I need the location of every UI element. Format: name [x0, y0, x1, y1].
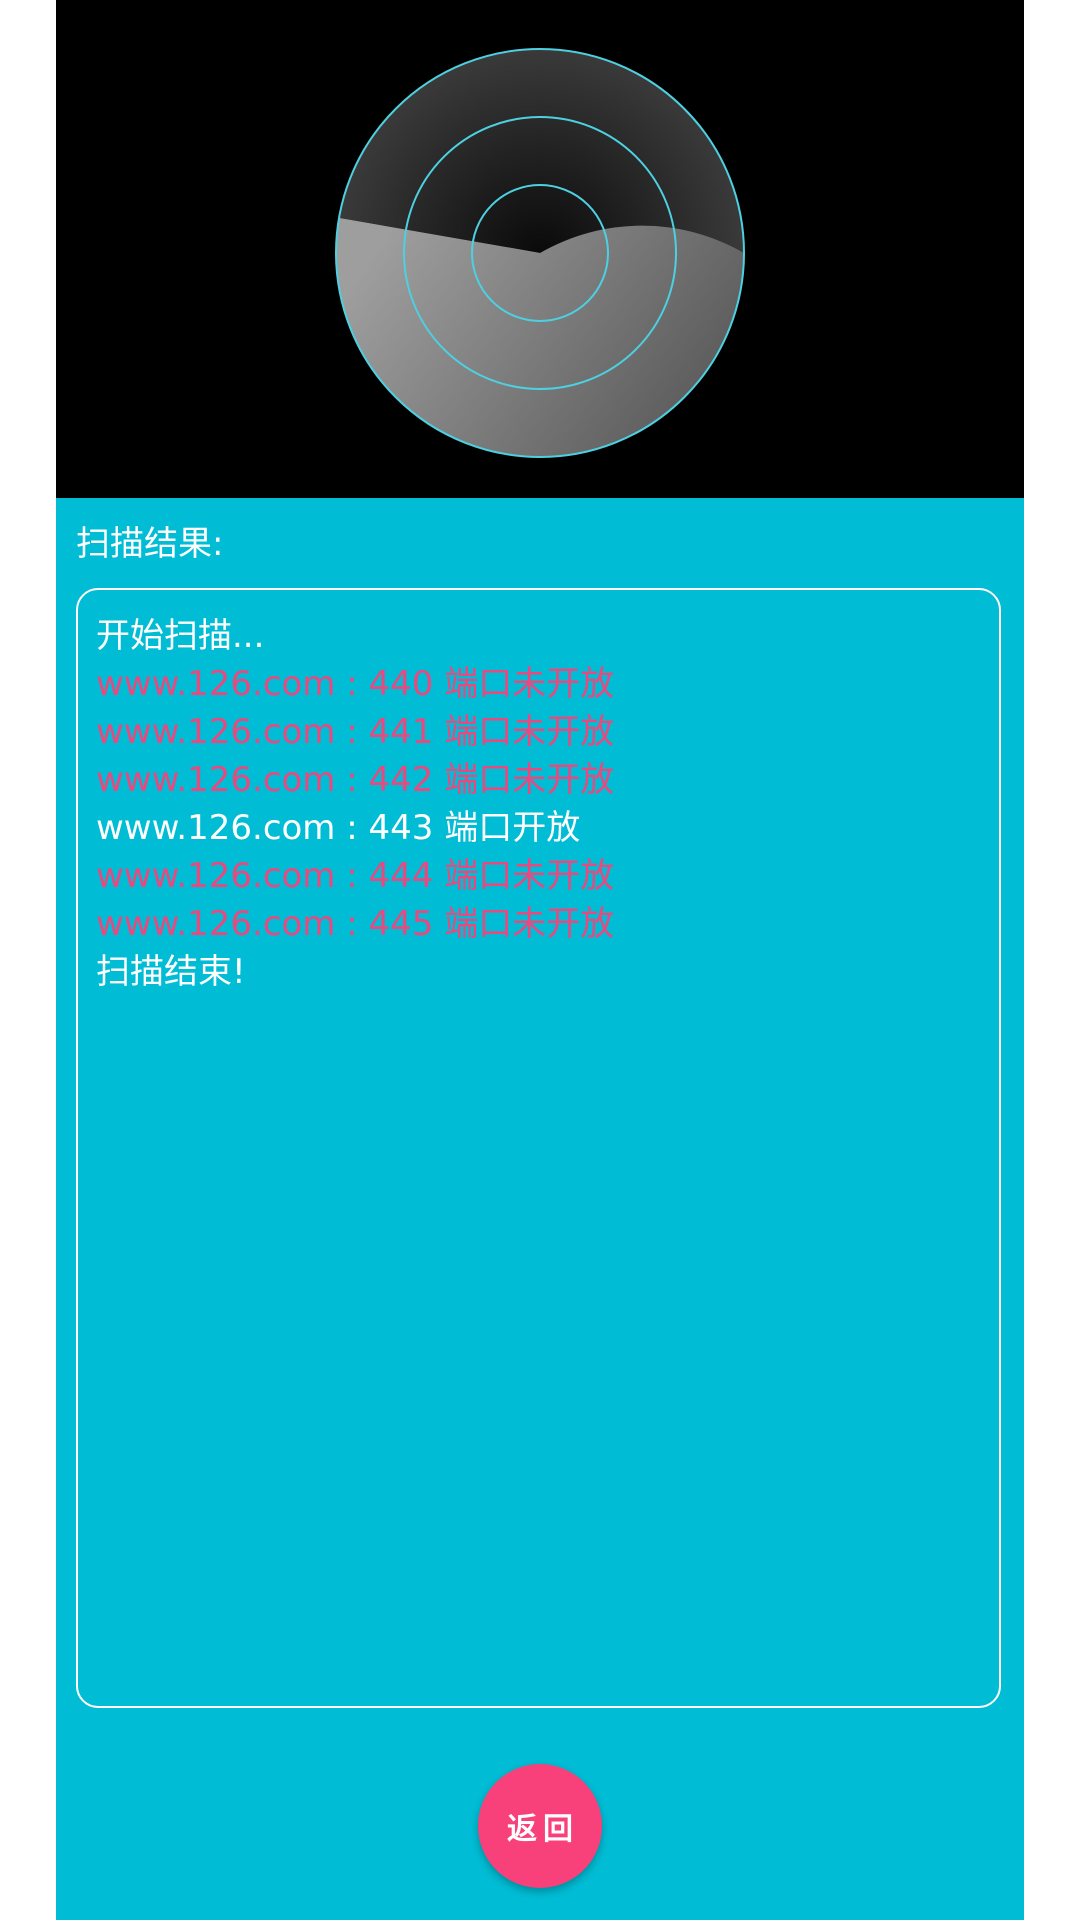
log-line-port-442: www.126.com : 442 端口未开放 — [96, 760, 615, 800]
back-button[interactable]: 返回 — [478, 1764, 602, 1888]
log-line-port-445: www.126.com : 445 端口未开放 — [96, 904, 615, 944]
log-line-port-440: www.126.com : 440 端口未开放 — [96, 664, 615, 704]
scan-result-label: 扫描结果: — [76, 524, 224, 564]
log-line-port-441: www.126.com : 441 端口未开放 — [96, 712, 615, 752]
radar-panel — [56, 0, 1024, 498]
log-line-port-444: www.126.com : 444 端口未开放 — [96, 856, 615, 896]
radar-scanner — [335, 48, 745, 458]
scan-log-box: 开始扫描... www.126.com : 440 端口未开放 www.126.… — [76, 588, 1001, 1708]
log-line-port-443: www.126.com : 443 端口开放 — [96, 808, 581, 848]
scan-screen: 扫描结果: 开始扫描... www.126.com : 440 端口未开放 ww… — [56, 0, 1024, 1920]
log-line-end: 扫描结束! — [96, 952, 246, 992]
log-line-start: 开始扫描... — [96, 616, 265, 656]
